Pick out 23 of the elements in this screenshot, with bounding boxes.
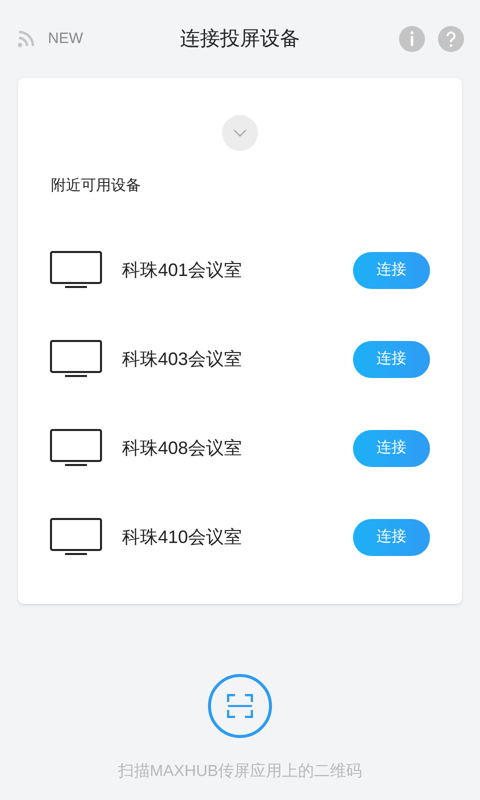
new-label[interactable]: NEW [48, 28, 83, 50]
device-name: 科珠401会议室 [122, 258, 242, 282]
chevron-down-icon [233, 129, 247, 137]
monitor-icon [50, 340, 102, 378]
monitor-icon [50, 251, 102, 289]
help-icon[interactable] [438, 26, 464, 52]
scan-icon [227, 694, 253, 718]
scan-hint: 扫描MAXHUB传屏应用上的二维码 [118, 762, 362, 782]
scan-button[interactable] [208, 674, 272, 738]
connect-button[interactable]: 连接 [353, 252, 430, 288]
device-name: 科珠410会议室 [122, 526, 242, 548]
section-title: 附近可用设备 [51, 176, 141, 196]
monitor-icon [50, 518, 102, 556]
connect-button[interactable]: 连接 [353, 340, 430, 378]
info-icon[interactable] [399, 26, 425, 52]
connect-button[interactable]: 连接 [353, 430, 430, 466]
signal-icon[interactable] [16, 29, 36, 49]
connect-button[interactable]: 连接 [353, 518, 430, 556]
device-name: 科珠408会议室 [122, 436, 242, 460]
device-name: 科珠403会议室 [122, 348, 242, 370]
collapse-button[interactable] [222, 115, 258, 151]
page-title: 连接投屏设备 [180, 27, 300, 52]
monitor-icon [50, 429, 102, 467]
